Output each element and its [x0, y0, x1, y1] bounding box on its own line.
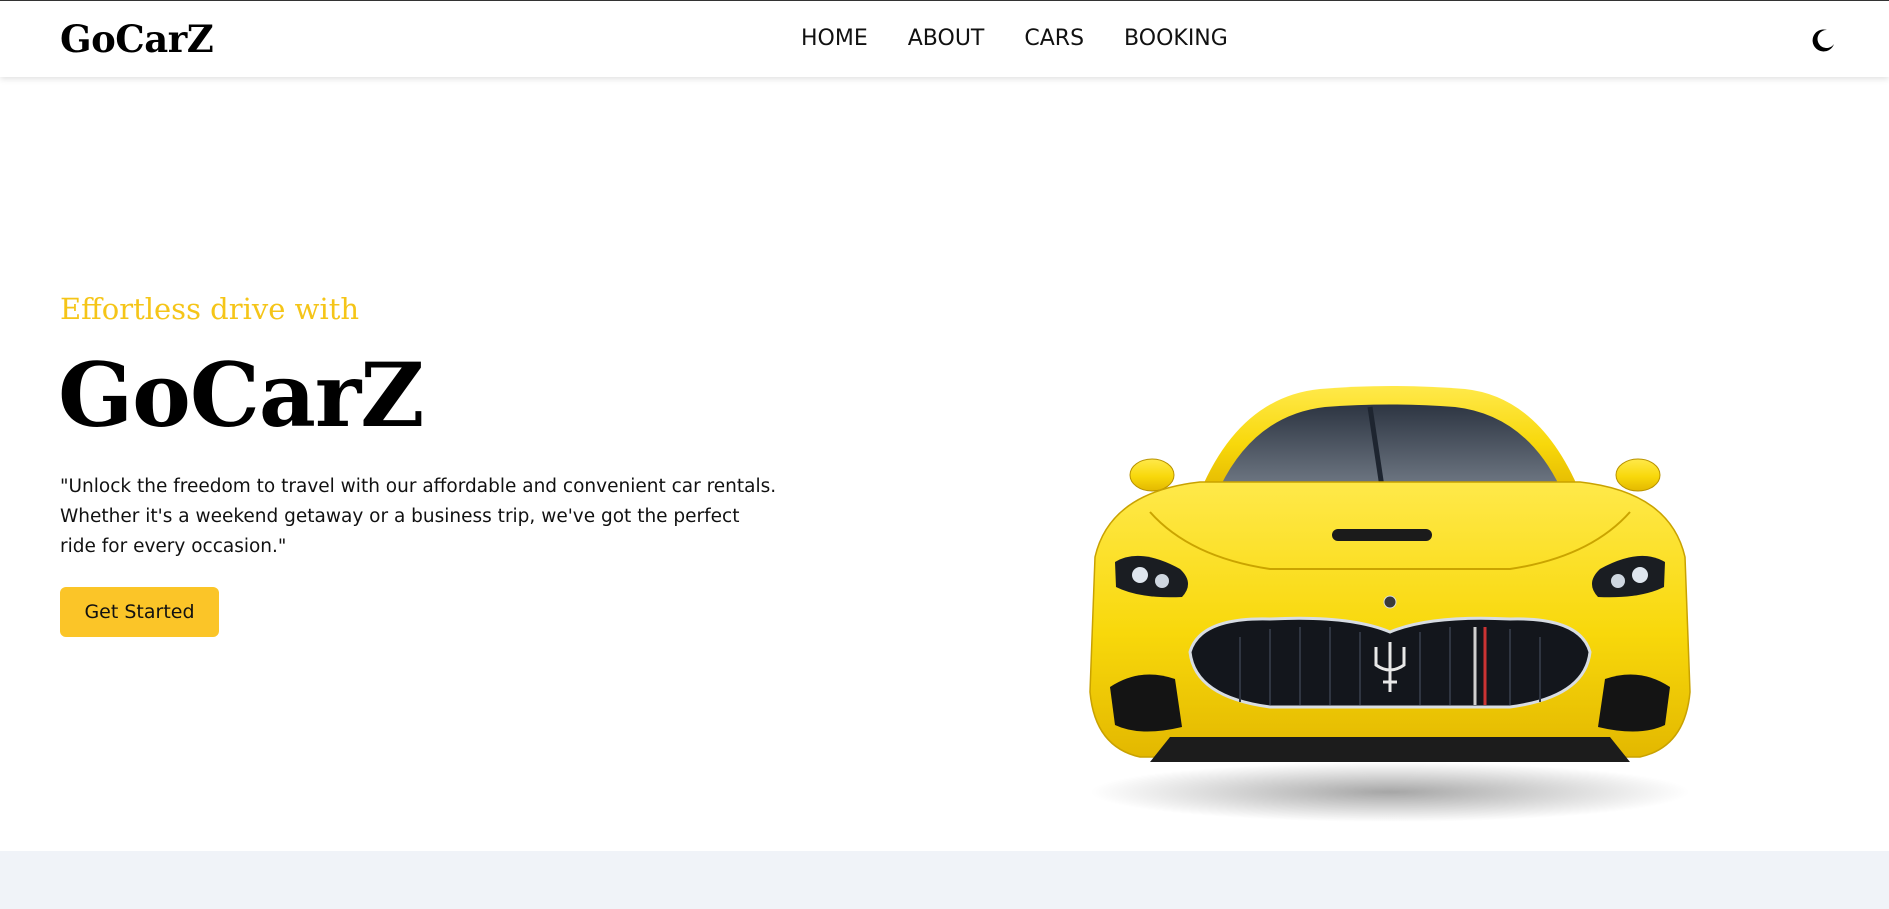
- yellow-sports-car-image: [1070, 307, 1710, 827]
- navbar: GoCarZ HOME ABOUT CARS BOOKING: [0, 0, 1889, 77]
- nav-item-cars[interactable]: CARS: [1024, 26, 1084, 51]
- hero-title: GoCarZ: [58, 343, 425, 447]
- nav-links: HOME ABOUT CARS BOOKING: [801, 26, 1228, 51]
- moon-icon[interactable]: [1810, 27, 1836, 53]
- next-section: [0, 851, 1889, 909]
- get-started-button[interactable]: Get Started: [60, 587, 219, 637]
- nav-item-booking[interactable]: BOOKING: [1124, 26, 1228, 51]
- nav-item-home[interactable]: HOME: [801, 26, 868, 51]
- hero-section: Effortless drive with GoCarZ "Unlock the…: [0, 77, 1889, 851]
- nav-item-about[interactable]: ABOUT: [908, 26, 985, 51]
- hero-description: "Unlock the freedom to travel with our a…: [60, 476, 777, 557]
- hero-tagline: Effortless drive with: [60, 292, 360, 326]
- brand-logo[interactable]: GoCarZ: [60, 17, 214, 61]
